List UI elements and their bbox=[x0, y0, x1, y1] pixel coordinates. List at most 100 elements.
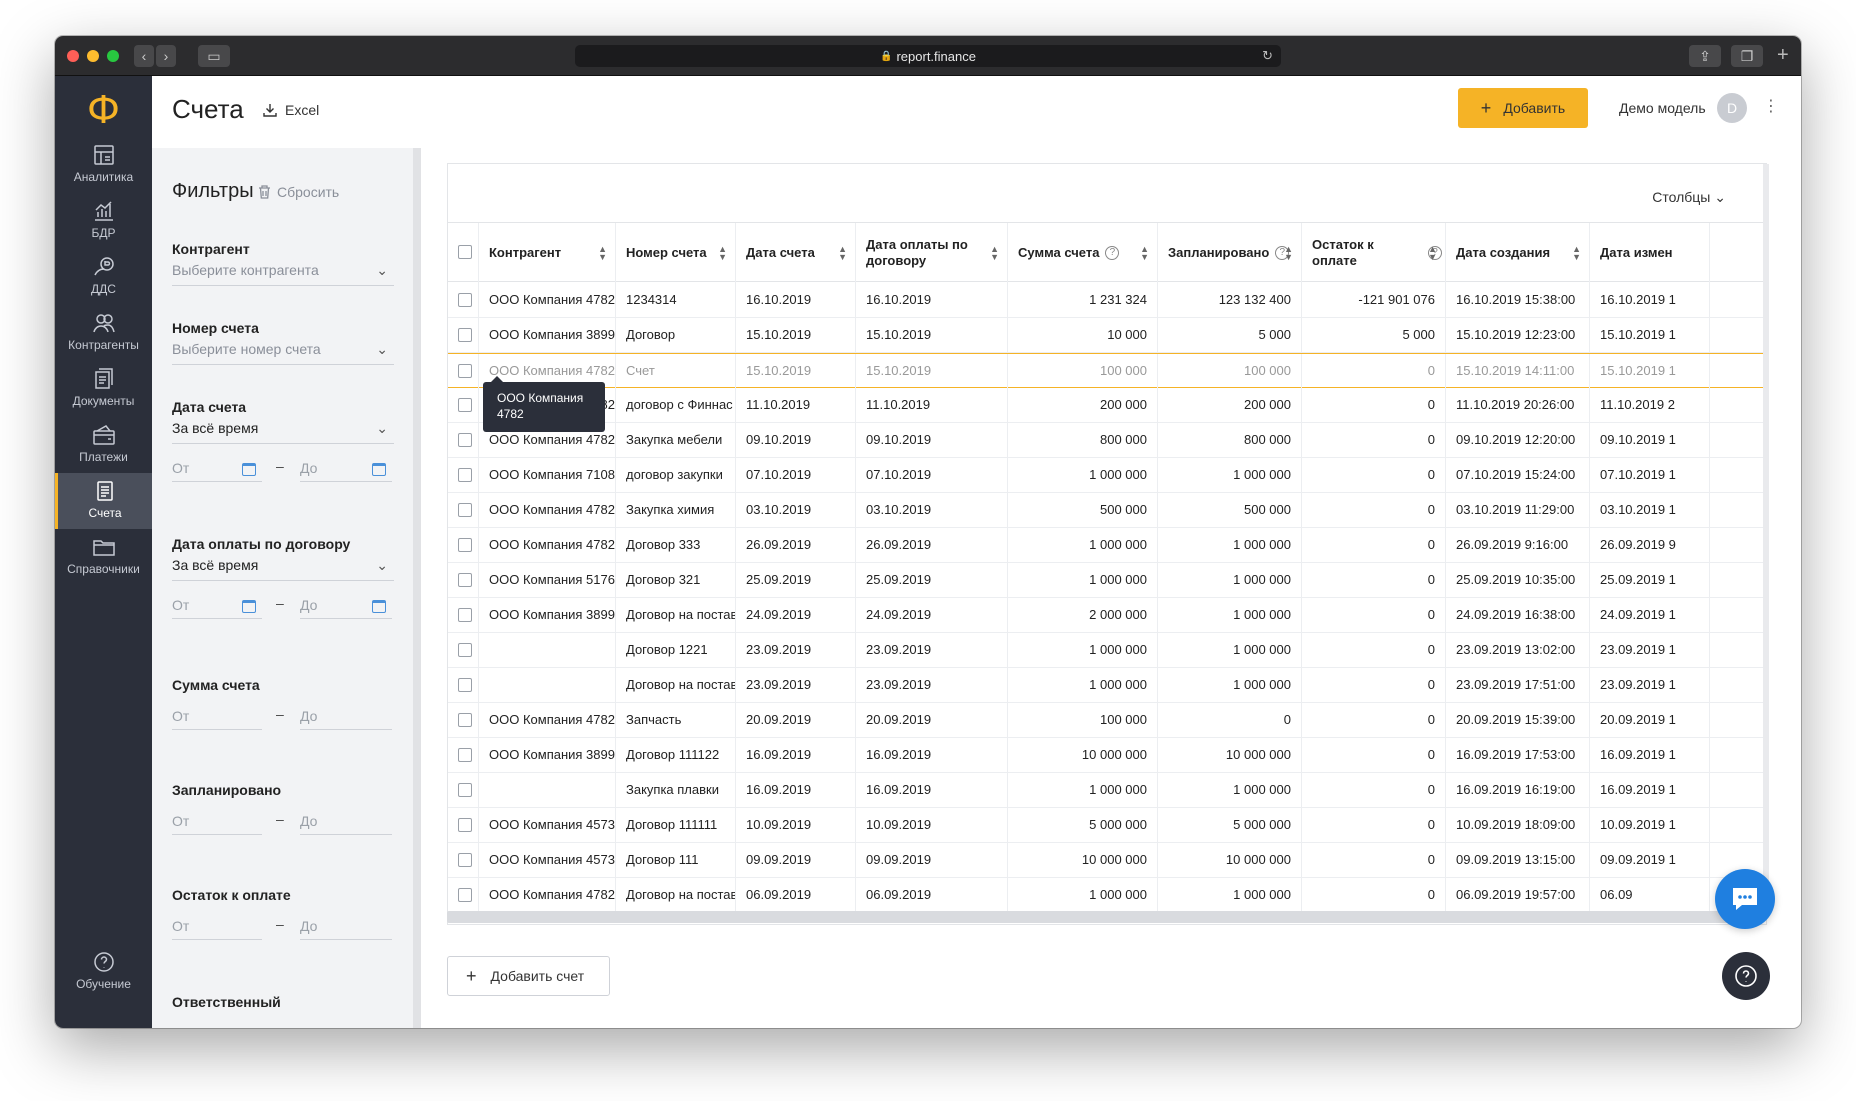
payment-date-from-input[interactable]: От bbox=[172, 597, 262, 619]
sidebar-item-dds[interactable]: ДДС bbox=[55, 249, 152, 305]
sort-icon[interactable]: ▲ ▼ bbox=[1140, 245, 1149, 262]
sidebar-item-contractors[interactable]: Контрагенты bbox=[55, 305, 152, 361]
table-row[interactable]: ООО Компания 4782 Закупка химия 03.10.2019… bbox=[448, 493, 1766, 528]
row-checkbox[interactable] bbox=[458, 468, 472, 482]
forward-button[interactable]: › bbox=[156, 45, 176, 67]
sort-icon[interactable]: ▲ ▼ bbox=[990, 245, 999, 262]
table-row[interactable]: ООО Компания 4573 Договор 111 09.09.2019 09… bbox=[448, 843, 1766, 878]
table-row[interactable]: ООО Компания 3899 Договор 111122 16.09.201… bbox=[448, 738, 1766, 773]
payment-date-to-input[interactable]: До bbox=[300, 597, 392, 619]
table-row[interactable]: ООО Компания 3899 Договор 15.10.2019 15.10.… bbox=[448, 318, 1766, 353]
sort-icon[interactable]: ▲ ▼ bbox=[598, 245, 607, 262]
add-button[interactable]: + Добавить bbox=[1458, 88, 1588, 128]
reload-icon[interactable]: ↻ bbox=[1262, 48, 1273, 64]
close-window-button[interactable] bbox=[67, 50, 79, 62]
calendar-icon[interactable] bbox=[242, 600, 256, 613]
export-excel-button[interactable]: Excel bbox=[262, 102, 319, 118]
row-checkbox[interactable] bbox=[458, 433, 472, 447]
table-row[interactable]: ООО Компания 4782 Запчасть 20.09.2019 20.09… bbox=[448, 703, 1766, 738]
sidebar-toggle-icon[interactable]: ▭ bbox=[198, 45, 230, 67]
amount-from-input[interactable]: От bbox=[172, 708, 262, 730]
row-checkbox[interactable] bbox=[458, 538, 472, 552]
logo[interactable]: Ф bbox=[55, 88, 152, 132]
remaining-from-input[interactable]: От bbox=[172, 918, 262, 940]
sidebar-item-references[interactable]: Справочники bbox=[55, 529, 152, 585]
row-checkbox[interactable] bbox=[458, 364, 472, 378]
table-row[interactable]: ООО Компания 4782 1234314 16.10.2019 16.10.… bbox=[448, 283, 1766, 318]
sort-icon[interactable]: ▲ ▼ bbox=[838, 245, 847, 262]
user-name[interactable]: Демо модель bbox=[1619, 100, 1706, 116]
minimize-window-button[interactable] bbox=[87, 50, 99, 62]
filters-scrollbar[interactable] bbox=[413, 148, 421, 1028]
table-row[interactable]: ООО Компания 4573 Договор 111111 10.09.201… bbox=[448, 808, 1766, 843]
row-checkbox[interactable] bbox=[458, 608, 472, 622]
select-all-checkbox[interactable] bbox=[458, 245, 472, 259]
invoice-date-to-input[interactable]: До bbox=[300, 460, 392, 482]
share-icon[interactable]: ⇪ bbox=[1689, 45, 1721, 67]
columns-button[interactable]: Столбцы ⌄ bbox=[1652, 189, 1726, 206]
sidebar-item-payments[interactable]: Платежи bbox=[55, 417, 152, 473]
row-checkbox[interactable] bbox=[458, 783, 472, 797]
remaining-to-input[interactable]: До bbox=[300, 918, 392, 940]
row-checkbox[interactable] bbox=[458, 678, 472, 692]
sidebar-item-documents[interactable]: Документы bbox=[55, 361, 152, 417]
row-checkbox[interactable] bbox=[458, 818, 472, 832]
avatar[interactable]: D bbox=[1717, 93, 1747, 123]
column-header[interactable]: Дата измен bbox=[1590, 223, 1710, 283]
planned-to-input[interactable]: До bbox=[300, 813, 392, 835]
table-row[interactable]: ООО Компания 4782договор с Финнас11.10.2… bbox=[448, 388, 1766, 423]
row-checkbox[interactable] bbox=[458, 643, 472, 657]
table-row[interactable]: ООО Компания 4782 Договор 333 26.09.2019 26… bbox=[448, 528, 1766, 563]
row-checkbox[interactable] bbox=[458, 293, 472, 307]
row-checkbox[interactable] bbox=[458, 888, 472, 902]
table-row[interactable]: ООО Компания 3899 Договор на постав 24.09.… bbox=[448, 598, 1766, 633]
new-tab-icon[interactable]: + bbox=[1777, 44, 1789, 67]
sidebar-item-analytics[interactable]: Аналитика bbox=[55, 137, 152, 193]
row-checkbox[interactable] bbox=[458, 503, 472, 517]
row-checkbox[interactable] bbox=[458, 853, 472, 867]
row-checkbox[interactable] bbox=[458, 748, 472, 762]
sidebar-item-learning[interactable]: Обучение bbox=[55, 944, 152, 1000]
column-header[interactable]: Номер счета ▲ ▼ bbox=[616, 223, 736, 283]
table-row[interactable]: Закупка плавки 16.09.2019 16.09.2019 1 000 … bbox=[448, 773, 1766, 808]
table-row[interactable]: ООО Компания 7108 договор закупки 07.10.20… bbox=[448, 458, 1766, 493]
column-header[interactable]: Дата оплаты по договору ▲ ▼ bbox=[856, 223, 1008, 283]
table-horizontal-scrollbar[interactable] bbox=[447, 911, 1752, 923]
table-row[interactable]: ООО Компания 4782 Закупка мебели 09.10.201… bbox=[448, 423, 1766, 458]
column-header[interactable]: Контрагент ▲ ▼ bbox=[479, 223, 616, 283]
sort-icon[interactable]: ▲ ▼ bbox=[1428, 245, 1437, 262]
row-checkbox[interactable] bbox=[458, 398, 472, 412]
help-button[interactable] bbox=[1722, 952, 1770, 1000]
chat-button[interactable] bbox=[1715, 869, 1775, 929]
zoom-window-button[interactable] bbox=[107, 50, 119, 62]
more-menu-icon[interactable]: ⋮ bbox=[1763, 96, 1779, 116]
column-header[interactable]: Дата создания ▲ ▼ bbox=[1446, 223, 1590, 283]
payment-date-period-select[interactable]: За всё время ⌄ bbox=[172, 551, 394, 581]
sidebar-item-invoices[interactable]: Счета bbox=[55, 473, 152, 529]
calendar-icon[interactable] bbox=[242, 463, 256, 476]
contractor-select[interactable]: Выберите контрагента ⌄ bbox=[172, 256, 394, 286]
row-checkbox[interactable] bbox=[458, 328, 472, 342]
invoice-date-from-input[interactable]: От bbox=[172, 460, 262, 482]
row-checkbox[interactable] bbox=[458, 573, 472, 587]
table-row[interactable]: Договор 1221 23.09.2019 23.09.2019 1 000 00… bbox=[448, 633, 1766, 668]
sidebar-item-bdr[interactable]: БДР bbox=[55, 193, 152, 249]
tabs-icon[interactable]: ❐ bbox=[1731, 45, 1763, 67]
table-row[interactable]: ООО Компания 5176 Договор 321 25.09.2019 25… bbox=[448, 563, 1766, 598]
reset-filters-button[interactable]: Сбросить bbox=[258, 184, 339, 200]
sort-icon[interactable]: ▲ ▼ bbox=[1572, 245, 1581, 262]
sort-icon[interactable]: ▲ ▼ bbox=[718, 245, 727, 262]
invoice-date-period-select[interactable]: За всё время ⌄ bbox=[172, 414, 394, 444]
table-row[interactable]: ООО Компания 4782 Счет 15.10.2019 15.10.201… bbox=[448, 353, 1766, 388]
help-circle-icon[interactable]: ? bbox=[1105, 246, 1120, 260]
amount-to-input[interactable]: До bbox=[300, 708, 392, 730]
add-invoice-button[interactable]: + Добавить счет bbox=[447, 956, 610, 996]
column-header[interactable]: Сумма счета? ▲ ▼ bbox=[1008, 223, 1158, 283]
column-header[interactable]: Дата счета ▲ ▼ bbox=[736, 223, 856, 283]
row-checkbox[interactable] bbox=[458, 713, 472, 727]
sort-icon[interactable]: ▲ ▼ bbox=[1284, 245, 1293, 262]
column-header[interactable]: Запланировано? ▲ ▼ bbox=[1158, 223, 1302, 283]
table-row[interactable]: ООО Компания 4782 Договор на постав 06.09.… bbox=[448, 878, 1766, 913]
address-bar[interactable]: 🔒 report.finance ↻ bbox=[575, 45, 1281, 67]
table-row[interactable]: Договор на постав 23.09.2019 23.09.2019 1 0… bbox=[448, 668, 1766, 703]
